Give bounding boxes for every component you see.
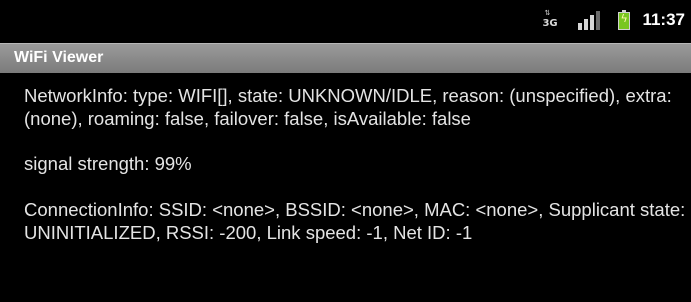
signal-strength-text: signal strength: 99% bbox=[24, 153, 192, 174]
network-info-text: NetworkInfo: type: WIFI[], state: UNKNOW… bbox=[24, 85, 672, 129]
connection-info-text: ConnectionInfo: SSID: <none>, BSSID: <no… bbox=[24, 199, 686, 243]
battery-charging-icon: ϟ bbox=[618, 10, 631, 30]
status-clock: 11:37 bbox=[642, 10, 685, 29]
status-icons: ⇅ 3G ϟ 11:37 bbox=[542, 9, 685, 31]
signal-bars-icon bbox=[578, 10, 601, 30]
app-title: WiFi Viewer bbox=[14, 49, 104, 66]
main-content: NetworkInfo: type: WIFI[], state: UNKNOW… bbox=[24, 84, 686, 244]
network-type-label: 3G bbox=[542, 18, 558, 29]
network-3g-icon: ⇅ 3G bbox=[542, 10, 558, 30]
status-bar: ⇅ 3G ϟ 11:37 bbox=[0, 0, 691, 40]
data-activity-arrows: ⇅ bbox=[544, 9, 551, 17]
app-title-bar: WiFi Viewer bbox=[0, 43, 691, 73]
